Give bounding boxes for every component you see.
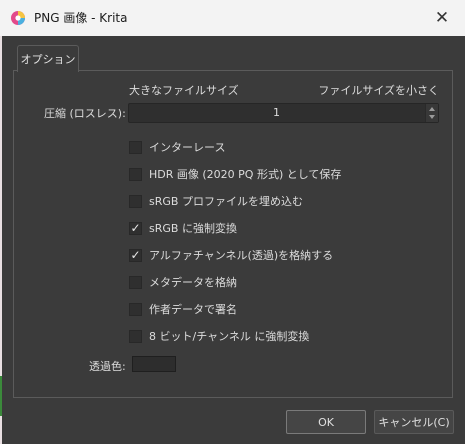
close-button[interactable]: ✕ [419, 0, 465, 36]
ok-button[interactable]: OK [286, 410, 366, 434]
title-bar: PNG 画像 - Krita ✕ [0, 0, 465, 36]
option-hdr[interactable]: HDR 画像 (2020 PQ 形式) として保存 [129, 166, 341, 182]
option-force-srgb[interactable]: ✓ sRGB に強制変換 [129, 220, 237, 236]
spin-arrows[interactable] [425, 104, 438, 122]
transparency-color-label: 透過色: [89, 360, 126, 373]
interlace-label: インターレース [149, 141, 226, 154]
checkmark-icon: ✓ [130, 248, 141, 262]
compression-value[interactable]: 1 [129, 106, 424, 119]
store-metadata-label: メタデータを格納 [149, 276, 237, 289]
checkmark-icon: ✓ [130, 221, 141, 235]
force-8bit-checkbox[interactable] [129, 329, 142, 343]
compression-label: 圧縮 (ロスレス): [44, 107, 126, 120]
krita-logo-icon [11, 11, 25, 25]
spin-down-icon[interactable] [429, 115, 435, 119]
interlace-checkbox[interactable] [129, 140, 142, 154]
force-srgb-checkbox[interactable]: ✓ [129, 221, 142, 235]
ok-button-label: OK [318, 415, 334, 429]
store-alpha-label: アルファチャンネル(透過)を格納する [149, 249, 334, 262]
option-force-8bit[interactable]: 8 ビット/チャンネル に強制変換 [129, 328, 309, 344]
force-8bit-label: 8 ビット/チャンネル に強制変換 [149, 330, 310, 343]
option-sign-author[interactable]: 作者データで署名 [129, 301, 237, 317]
close-icon: ✕ [434, 8, 450, 28]
background-window-edge [0, 36, 2, 444]
embed-srgb-checkbox[interactable] [129, 194, 142, 208]
cancel-button[interactable]: キャンセル(C) [374, 410, 454, 434]
spin-up-icon[interactable] [429, 107, 435, 111]
option-store-alpha[interactable]: ✓ アルファチャンネル(透過)を格納する [129, 247, 333, 263]
tab-options-label: オプション [20, 53, 76, 66]
hdr-label: HDR 画像 (2020 PQ 形式) として保存 [149, 168, 342, 181]
force-srgb-label: sRGB に強制変換 [149, 222, 237, 235]
tab-options[interactable]: オプション [17, 45, 79, 72]
sign-author-label: 作者データで署名 [149, 303, 237, 316]
store-metadata-checkbox[interactable] [129, 275, 142, 289]
compression-max-label: ファイルサイズを小さく [318, 84, 439, 97]
compression-spinbox[interactable]: 1 [128, 103, 439, 123]
cancel-button-label: キャンセル(C) [378, 416, 450, 429]
window-title: PNG 画像 - Krita [34, 11, 128, 25]
transparency-color-swatch[interactable] [132, 356, 176, 372]
hdr-checkbox[interactable] [129, 167, 142, 181]
option-embed-srgb[interactable]: sRGB プロファイルを埋め込む [129, 193, 303, 209]
embed-srgb-label: sRGB プロファイルを埋め込む [149, 195, 303, 208]
compression-min-label: 大きなファイルサイズ [129, 84, 239, 97]
option-interlace[interactable]: インターレース [129, 139, 225, 155]
option-store-metadata[interactable]: メタデータを格納 [129, 274, 237, 290]
sign-author-checkbox[interactable] [129, 302, 142, 316]
store-alpha-checkbox[interactable]: ✓ [129, 248, 142, 262]
